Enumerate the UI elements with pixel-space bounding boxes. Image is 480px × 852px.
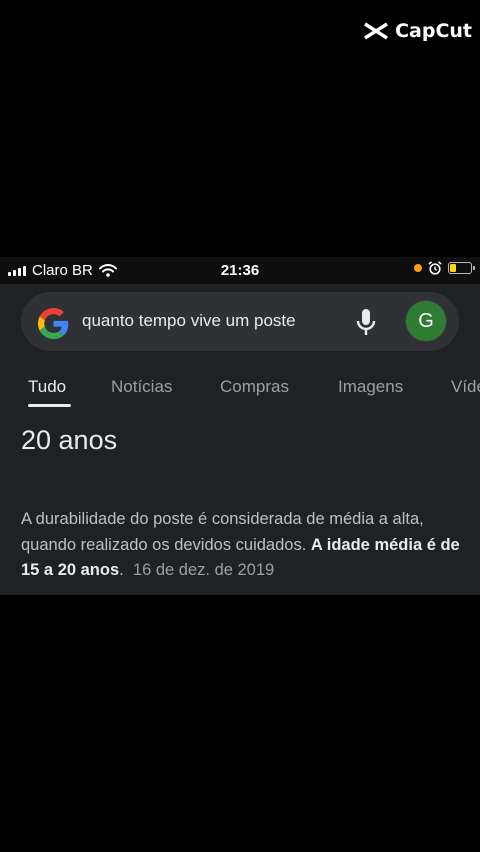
snippet-date: 16 de dez. de 2019 — [132, 561, 275, 579]
capcut-watermark-text: CapCut — [395, 20, 472, 42]
search-tabs: Tudo Notícias Compras Imagens Vídeos — [0, 377, 480, 411]
microphone-icon[interactable] — [351, 307, 381, 337]
account-avatar[interactable]: G — [406, 301, 446, 341]
battery-icon — [448, 262, 475, 274]
tab-imagens[interactable]: Imagens — [338, 377, 403, 397]
clock: 21:36 — [220, 262, 260, 279]
status-bar: Claro BR 21:36 — [0, 257, 480, 284]
featured-snippet: A durabilidade do poste é considerada de… — [21, 507, 461, 584]
search-bar[interactable]: quanto tempo vive um poste G — [21, 292, 459, 351]
privacy-indicator-icon — [414, 264, 422, 272]
snippet-text-end: . — [119, 561, 124, 579]
tab-compras[interactable]: Compras — [220, 377, 289, 397]
phone-screen: Claro BR 21:36 quanto tempo vive um post… — [0, 257, 480, 595]
capcut-watermark: CapCut — [363, 20, 472, 42]
featured-answer-title: 20 anos — [21, 425, 118, 455]
search-input[interactable]: quanto tempo vive um poste — [82, 311, 296, 331]
capcut-logo-icon — [364, 22, 389, 40]
tab-tudo[interactable]: Tudo — [28, 377, 66, 397]
tab-videos[interactable]: Vídeos — [451, 377, 480, 397]
active-tab-indicator — [28, 404, 71, 407]
google-logo-icon — [38, 308, 69, 339]
alarm-icon — [428, 261, 442, 275]
tab-noticias[interactable]: Notícias — [111, 377, 172, 397]
